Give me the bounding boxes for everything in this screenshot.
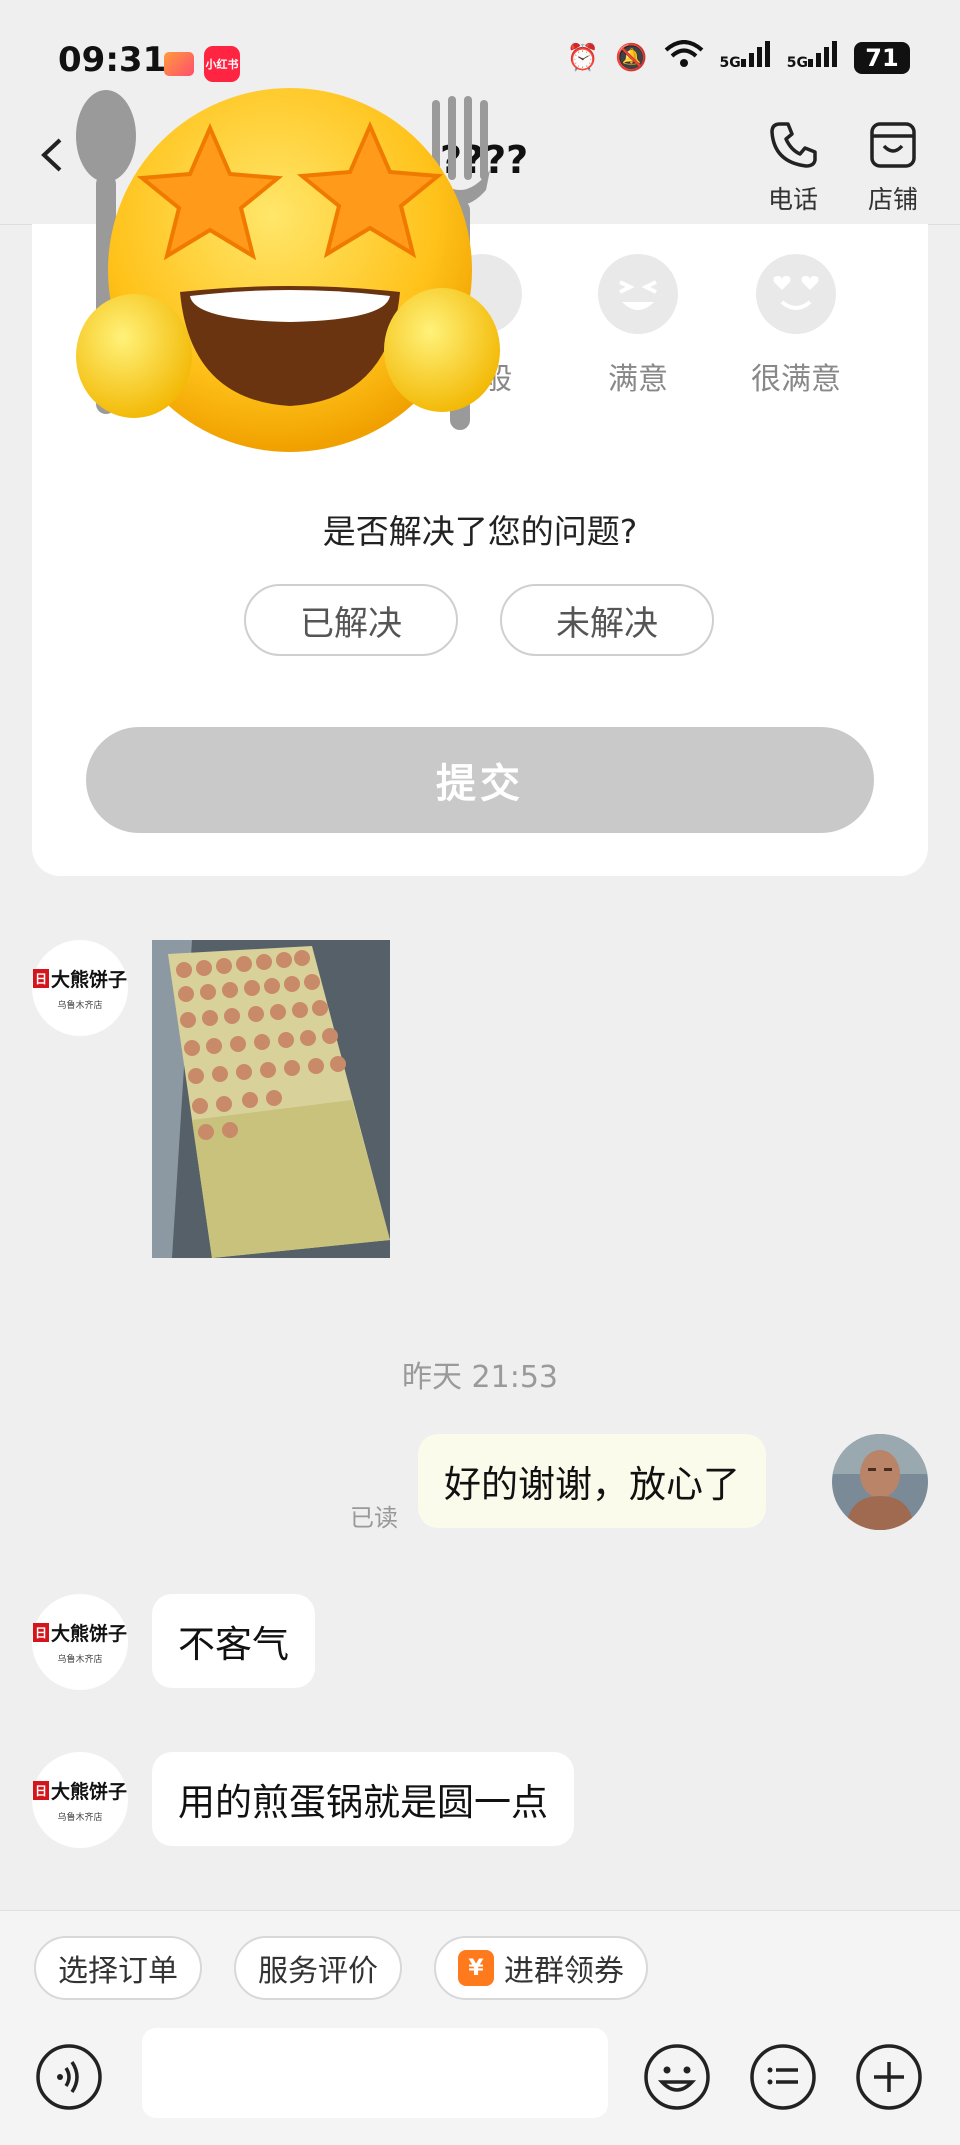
shop-logo-badge: 日 (32, 1781, 49, 1800)
shop-avatar[interactable]: 日大熊饼子 乌鲁木齐店 (32, 940, 128, 1036)
shop-avatar[interactable]: 日大熊饼子 乌鲁木齐店 (32, 1594, 128, 1690)
store-button[interactable]: 店铺 (848, 118, 938, 216)
shop-logo-badge: 日 (32, 969, 49, 988)
rating-label: 很满意 (751, 362, 841, 397)
shop-logo-text: 大熊饼子 (51, 969, 128, 991)
my-message-bubble[interactable]: 好的谢谢，放心了 (418, 1434, 766, 1528)
select-order-chip[interactable]: 选择订单 (34, 1936, 202, 2000)
alarm-icon: ⏰ (566, 42, 600, 73)
laughing-face-icon (598, 254, 678, 334)
shop-logo-text: 大熊饼子 (51, 1781, 128, 1803)
submit-button[interactable]: 提交 (86, 727, 874, 833)
quick-phrases-icon[interactable] (748, 2042, 818, 2112)
store-label: 店铺 (867, 185, 918, 214)
shop-logo-subtitle: 乌鲁木齐店 (57, 1813, 103, 1823)
rating-label: 满意 (608, 362, 668, 397)
resolved-question: 是否解决了您的问题? (322, 512, 638, 551)
phone-icon (770, 122, 817, 168)
read-status: 已读 (350, 1504, 398, 1532)
rating-option-very-satisfied[interactable]: 很满意 (731, 254, 861, 398)
heart-eyes-face-icon (756, 254, 836, 334)
shop-message-bubble[interactable]: 用的煎蛋锅就是圆一点 (152, 1752, 574, 1846)
service-review-chip[interactable]: 服务评价 (234, 1936, 402, 2000)
phone-button[interactable]: 电话 (748, 118, 838, 216)
eggs-tray-photo[interactable] (152, 940, 390, 1258)
voice-input-icon[interactable] (34, 2042, 104, 2112)
store-icon (870, 122, 916, 168)
signal-icon-1: 5G (720, 41, 771, 74)
unresolved-button[interactable]: 未解决 (500, 584, 714, 656)
phone-label: 电话 (767, 185, 818, 214)
resolved-button[interactable]: 已解决 (244, 584, 458, 656)
star-eyes-emoji-sticker (76, 88, 500, 452)
join-group-label: 进群领券 (504, 1954, 624, 1989)
shop-avatar[interactable]: 日大熊饼子 乌鲁木齐店 (32, 1752, 128, 1848)
wifi-icon (664, 40, 704, 75)
message-timestamp: 昨天 21:53 (402, 1360, 558, 1395)
plus-more-icon[interactable] (854, 2042, 924, 2112)
shop-logo-subtitle: 乌鲁木齐店 (57, 1001, 103, 1011)
mute-bell-icon: 🔕 (615, 42, 648, 73)
rating-option-satisfied[interactable]: 满意 (573, 254, 703, 398)
shop-logo-text: 大熊饼子 (51, 1623, 128, 1645)
signal-icon-2: 5G (787, 41, 838, 74)
shop-logo-badge: 日 (32, 1623, 49, 1642)
emoji-icon[interactable] (642, 2042, 712, 2112)
shop-logo-subtitle: 乌鲁木齐店 (57, 1655, 103, 1665)
shop-message-bubble[interactable]: 不客气 (152, 1594, 315, 1688)
coupon-icon: ¥ (458, 1950, 494, 1986)
battery-indicator: 71 (854, 41, 910, 74)
join-group-chip[interactable]: ¥ 进群领券 (434, 1936, 648, 2000)
user-avatar[interactable] (832, 1434, 928, 1530)
message-input[interactable] (142, 2028, 608, 2118)
status-icons: ⏰ 🔕 5G 5G 71 (567, 40, 910, 75)
